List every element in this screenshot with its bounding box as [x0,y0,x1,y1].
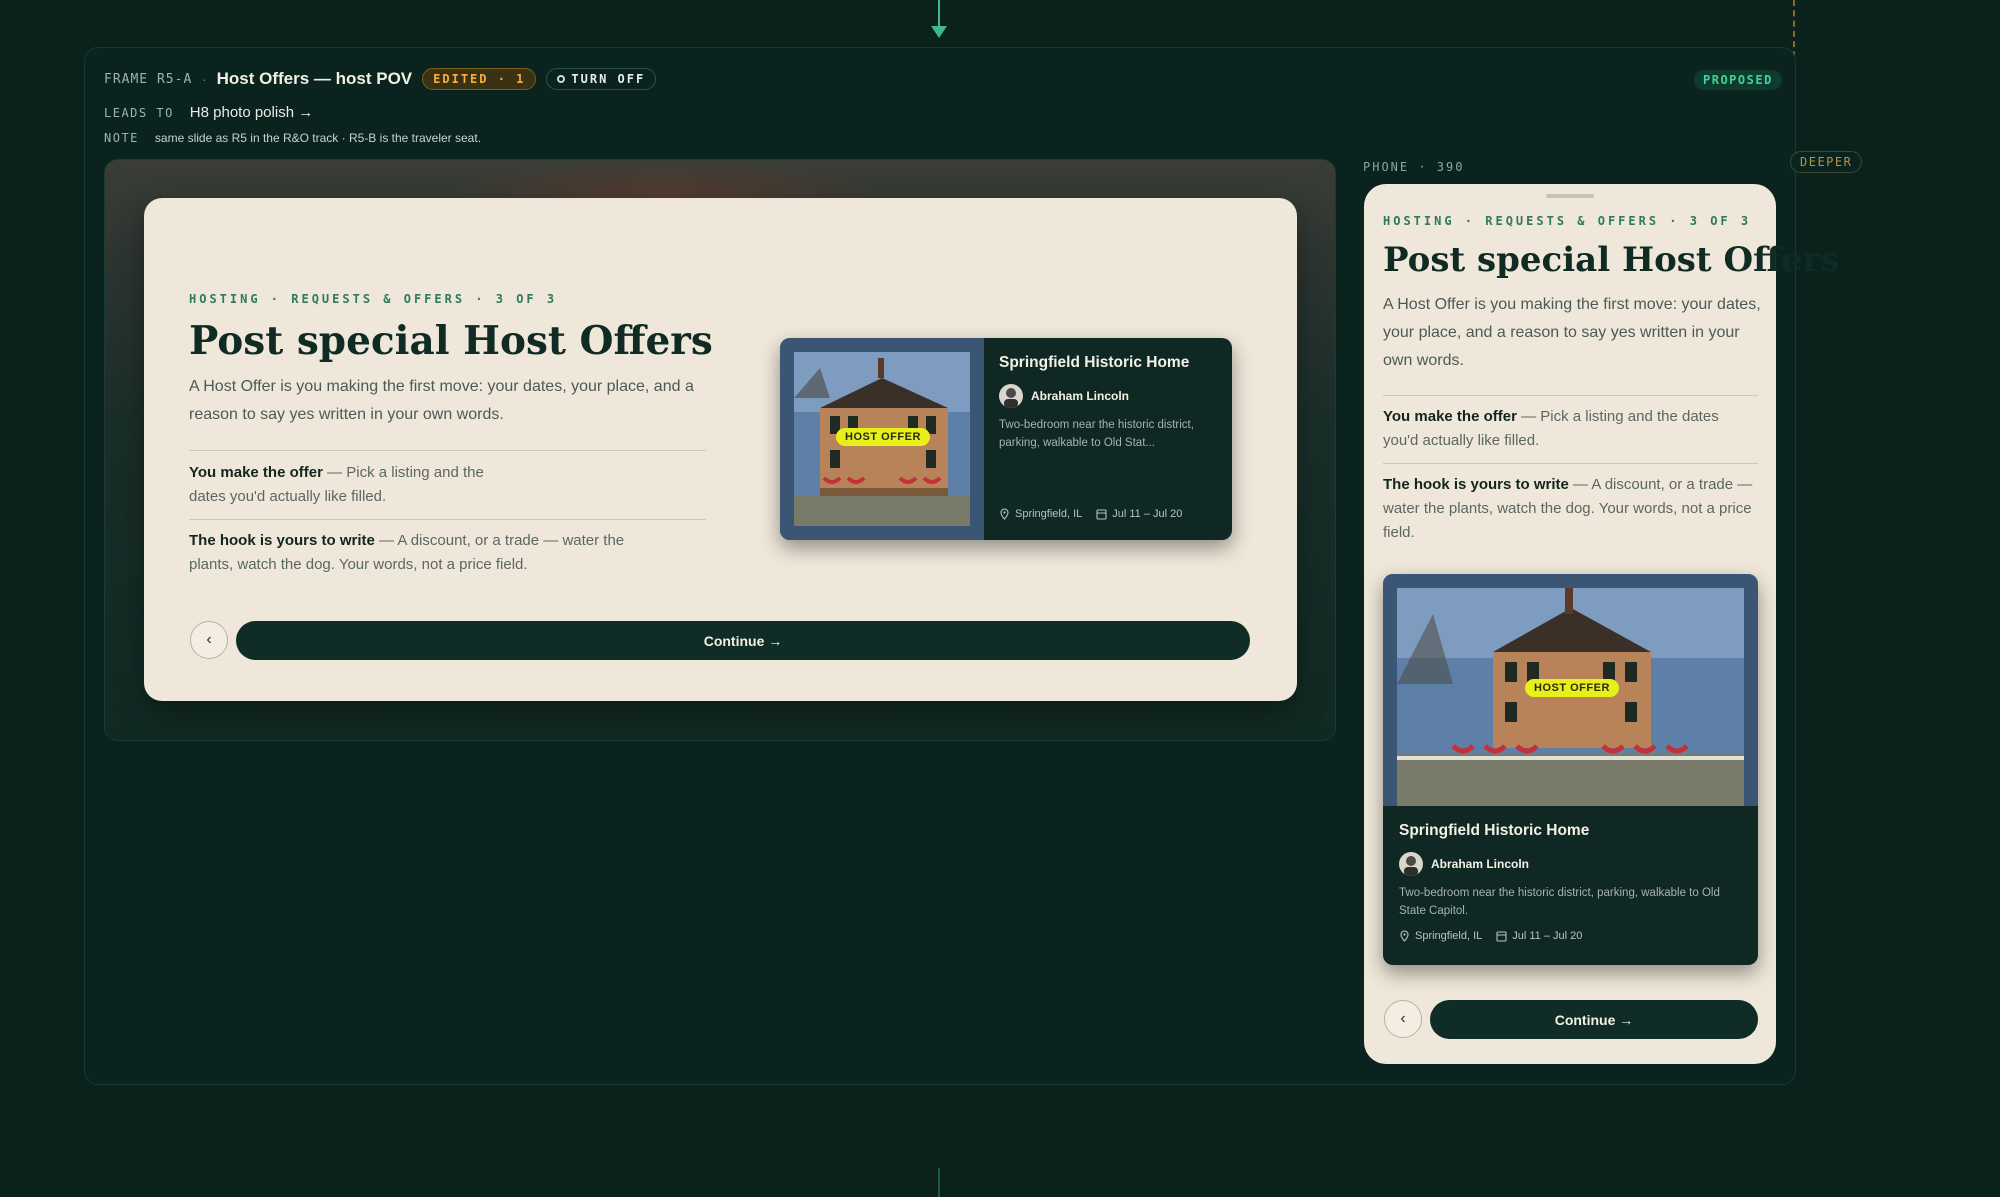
host-name: Abraham Lincoln [1031,389,1130,403]
pin-icon [1400,930,1409,942]
listing-host: Abraham Lincoln [1399,852,1529,876]
circle-icon [557,75,566,83]
pin-icon [1000,508,1009,520]
dates-text: Jul 11 – Jul 20 [1512,930,1583,942]
continue-button[interactable]: Continue → [236,621,1250,660]
phone-slide-eyebrow: HOSTING · REQUESTS & OFFERS · 3 OF 3 [1383,214,1752,228]
listing-card[interactable]: HOST OFFER Springfield Historic Home Abr… [780,338,1232,540]
chevron-left-icon: ‹ [1400,1010,1406,1027]
sheet-grabber[interactable] [1546,194,1594,198]
slide-title: Post special Host Offers [189,318,713,364]
leads-to-row: LEADS TO H8 photo polish → [104,104,313,121]
edited-badge[interactable]: EDITED · 1 [422,68,537,90]
point-title: You make the offer [189,464,323,481]
leads-to-label: LEADS TO [104,105,174,120]
back-button[interactable]: ‹ [190,621,228,659]
point-make-offer: You make the offer — Pick a listing and … [189,461,489,509]
phone-point-make-offer: You make the offer — Pick a listing and … [1383,405,1758,453]
dates: Jul 11 – Jul 20 [1096,508,1182,520]
calendar-icon [1096,509,1107,520]
avatar-icon [999,384,1023,408]
turn-off-button[interactable]: TURN OFF [546,68,657,90]
frame-header: FRAME R5-A · Host Offers — host POV EDIT… [104,66,657,92]
listing-meta: Springfield, IL Jul 11 – Jul 20 [1399,930,1582,942]
arrow-down-icon [931,26,947,38]
listing-title: Springfield Historic Home [1399,822,1590,839]
location: Springfield, IL [1399,930,1482,942]
avatar-icon [1399,852,1423,876]
turn-off-label: TURN OFF [571,72,646,86]
location-text: Springfield, IL [1415,930,1483,942]
divider [189,450,706,451]
point-title: You make the offer [1383,408,1517,425]
leads-to-link[interactable]: H8 photo polish → [190,104,313,121]
listing-photo: HOST OFFER [1383,574,1758,806]
dates-text: Jul 11 – Jul 20 [1112,508,1183,520]
listing-photo: HOST OFFER [780,338,984,540]
dates: Jul 11 – Jul 20 [1496,930,1582,942]
separator-dot: · [202,71,207,87]
calendar-icon [1496,931,1507,942]
location: Springfield, IL [999,508,1082,520]
slide-lede: A Host Offer is you making the first mov… [189,378,694,423]
note-row: NOTE same slide as R5 in the R&O track ·… [104,131,481,145]
host-name: Abraham Lincoln [1431,857,1530,871]
divider [1383,463,1758,464]
divider [1383,395,1758,396]
phone-continue-button[interactable]: Continue → [1430,1000,1758,1039]
note-label: NOTE [104,131,139,145]
phone-slide-title: Post special Host Offers [1383,240,1840,280]
point-title: The hook is yours to write [1383,476,1569,493]
phone-label: PHONE · 390 [1363,160,1465,174]
connector-line-bottom [938,1168,940,1197]
host-offer-badge: HOST OFFER [836,428,930,446]
listing-description: Two-bedroom near the historic district, … [1399,887,1720,917]
listing-description: Two-bedroom near the historic district, … [999,419,1194,449]
phone-slide-lede: A Host Offer is you making the first mov… [1383,296,1761,369]
divider [189,519,706,520]
listing-meta: Springfield, IL Jul 11 – Jul 20 [999,508,1182,520]
phone-point-hook: The hook is yours to write — A discount,… [1383,473,1761,545]
note-text: same slide as R5 in the R&O track · R5-B… [154,131,482,145]
listing-title: Springfield Historic Home [999,354,1190,371]
frame-title: Host Offers — host POV [216,69,413,88]
frame-id: FRAME R5-A [104,71,193,87]
phone-listing-card[interactable]: HOST OFFER Springfield Historic Home Abr… [1383,574,1758,965]
point-title: The hook is yours to write [189,532,375,549]
listing-host: Abraham Lincoln [999,384,1129,408]
slide-eyebrow: HOSTING · REQUESTS & OFFERS · 3 OF 3 [189,292,558,306]
point-hook: The hook is yours to write — A discount,… [189,529,649,577]
deeper-badge[interactable]: DEEPER [1790,151,1863,173]
phone-back-button[interactable]: ‹ [1384,1000,1422,1038]
chevron-left-icon: ‹ [206,631,212,648]
status-badge: PROPOSED [1694,70,1782,90]
host-offer-badge: HOST OFFER [1525,679,1619,697]
location-text: Springfield, IL [1015,508,1083,520]
